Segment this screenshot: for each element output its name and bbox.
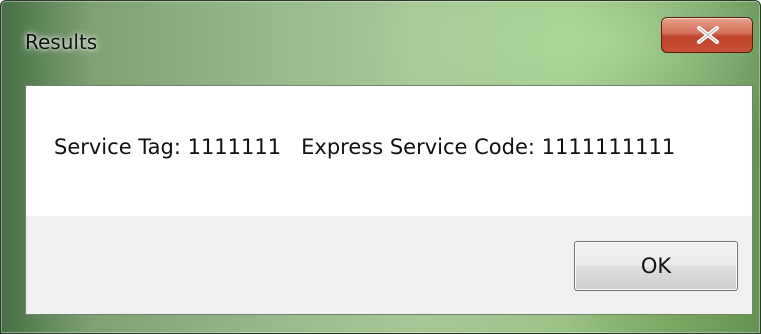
message-text: Service Tag: 1111111 Express Service Cod… <box>54 135 676 159</box>
close-x-icon <box>697 26 719 44</box>
message-area: Service Tag: 1111111 Express Service Cod… <box>26 86 752 216</box>
close-button[interactable] <box>661 17 753 53</box>
dialog-content: Service Tag: 1111111 Express Service Cod… <box>25 85 753 315</box>
title-bar[interactable]: Results <box>1 1 760 85</box>
window-title: Results <box>25 30 98 54</box>
results-dialog: Results Service Tag: 1111111 Express Ser… <box>0 0 761 334</box>
ok-button[interactable]: OK <box>574 241 738 291</box>
